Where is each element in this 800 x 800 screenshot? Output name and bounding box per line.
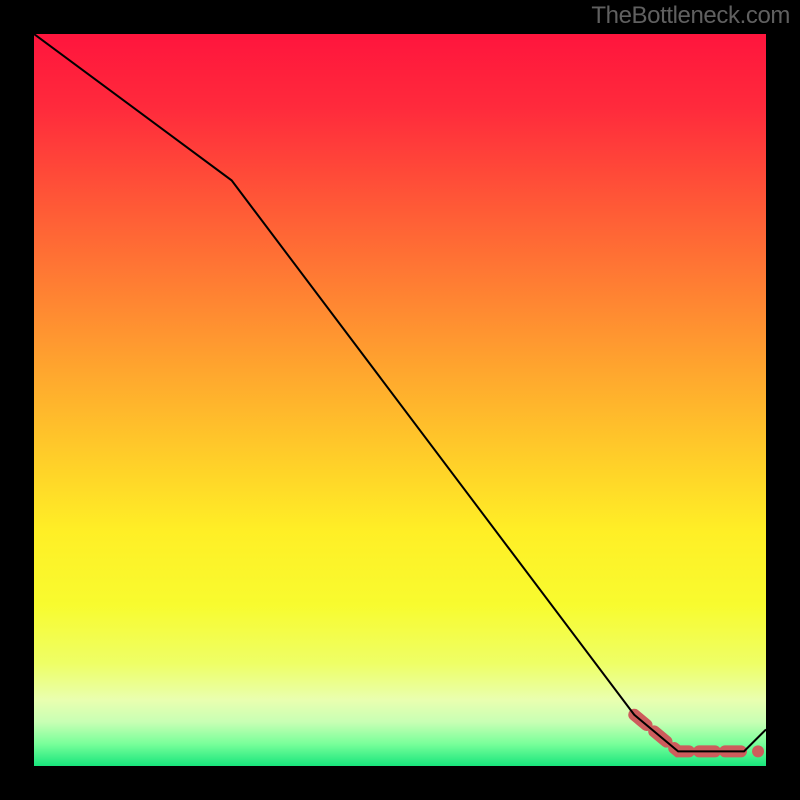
gradient-chart xyxy=(34,34,766,766)
chart-container: TheBottleneck.com xyxy=(0,0,800,800)
attribution-label: TheBottleneck.com xyxy=(591,2,790,30)
highlight-end-dot xyxy=(752,745,764,757)
chart-background xyxy=(34,34,766,766)
